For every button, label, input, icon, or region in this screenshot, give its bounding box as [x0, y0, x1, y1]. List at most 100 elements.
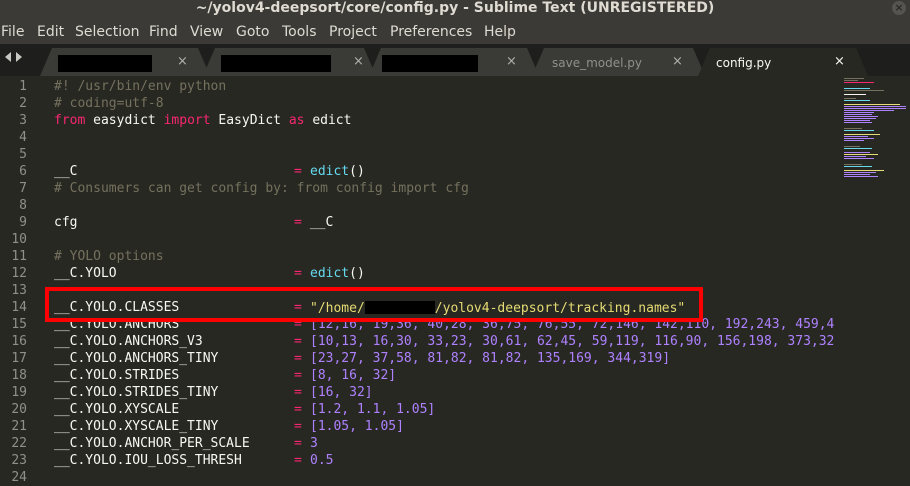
menu-selection[interactable]: Selection	[74, 23, 141, 41]
code-line-19: __C.YOLO.STRIDES_TINY = [16, 32]	[54, 384, 373, 401]
minimap-line	[844, 118, 876, 119]
tab-1[interactable]: ×	[40, 48, 210, 76]
tab-config[interactable]: config.py ×	[698, 48, 868, 76]
var-name: __C.YOLO.ANCHORS_V3	[54, 334, 203, 349]
menu-project[interactable]: Project	[328, 23, 378, 41]
minimap-line	[844, 112, 874, 113]
call-parens: ()	[349, 164, 365, 179]
tab-3[interactable]: ×	[369, 48, 539, 76]
code-line-2: # coding=utf-8	[54, 96, 164, 111]
line-number-gutter: 1 2 3 4 5 6 7 8 9 10 11 12 13 14 15 16 1…	[0, 76, 40, 485]
tab-2[interactable]: ×	[203, 48, 376, 76]
minimap[interactable]	[840, 76, 910, 483]
assign-op: =	[294, 215, 302, 230]
class-name: EasyDict	[210, 113, 289, 128]
line-number: 12	[11, 266, 27, 281]
minimap-line	[844, 166, 872, 167]
minimap-line	[844, 104, 900, 105]
minimap-line	[844, 78, 864, 79]
assign-op: =	[294, 351, 302, 366]
code-line-1: #! /usr/bin/env python	[54, 79, 227, 94]
minimap-line	[844, 110, 894, 111]
assign-op: =	[294, 266, 302, 281]
menu-bar: File Edit Selection Find View Goto Tools…	[0, 19, 910, 44]
minimap-line	[844, 170, 884, 171]
minimap-line	[844, 134, 880, 135]
var-name: __C.YOLO.ANCHORS_TINY	[54, 351, 219, 366]
value: [10,13, 16,30, 33,23, 30,61, 62,45, 59,1…	[310, 334, 835, 349]
function-call: edict	[310, 266, 350, 281]
code-line-17: __C.YOLO.ANCHORS_TINY = [23,27, 37,58, 81,…	[54, 350, 670, 367]
assign-op: =	[294, 385, 302, 400]
redacted-tab-label	[58, 55, 152, 72]
tab-nav-left-icon[interactable]	[5, 52, 11, 62]
line-number: 6	[19, 164, 27, 179]
minimap-line	[844, 108, 906, 109]
value: 3	[310, 436, 318, 451]
var-name: cfg	[54, 215, 78, 230]
call-parens: ()	[349, 266, 365, 281]
minimap-line	[844, 106, 906, 107]
menu-tools[interactable]: Tools	[281, 23, 318, 41]
tab-close-icon[interactable]: ×	[353, 54, 364, 69]
minimap-line	[844, 172, 876, 173]
code-line-21: __C.YOLO.XYSCALE_TINY = [1.05, 1.05]	[54, 418, 404, 435]
line-number: 7	[19, 181, 27, 196]
minimap-line	[844, 128, 862, 129]
menu-file[interactable]: File	[0, 23, 25, 41]
line-number: 4	[19, 130, 27, 145]
tab-nav-right-icon[interactable]	[16, 52, 22, 62]
value: [23,27, 37,58, 81,82, 81,82, 135,169, 34…	[310, 351, 671, 366]
minimap-line	[844, 114, 872, 115]
code-editor[interactable]: #! /usr/bin/env python # coding=utf-8 fr…	[54, 76, 840, 483]
code-line-12: __C.YOLO = edict()	[54, 265, 365, 282]
menu-view[interactable]: View	[189, 23, 224, 41]
value: [8, 16, 32]	[310, 368, 397, 383]
var-name: __C.YOLO.STRIDES_TINY	[54, 385, 219, 400]
redacted-tab-label	[221, 55, 331, 72]
minimap-line	[844, 176, 878, 177]
assign-op: =	[294, 402, 302, 417]
minimap-line	[844, 116, 878, 117]
minimap-line	[844, 130, 874, 131]
redacted-tab-label	[382, 55, 478, 72]
tab-label: save_model.py	[552, 56, 642, 70]
window-close-icon[interactable]: ×	[892, 1, 906, 15]
tab-close-icon[interactable]: ×	[672, 54, 683, 69]
code-line-18: __C.YOLO.STRIDES = [8, 16, 32]	[54, 367, 396, 384]
line-number: 5	[19, 147, 27, 162]
menu-help[interactable]: Help	[483, 23, 517, 41]
minimap-line	[844, 98, 856, 99]
tab-close-icon[interactable]: ×	[177, 54, 188, 69]
tab-close-icon[interactable]: ×	[834, 54, 845, 69]
line-number: 1	[19, 79, 27, 94]
menu-preferences[interactable]: Preferences	[389, 23, 473, 41]
line-number: 22	[11, 436, 27, 451]
module-name: easydict	[85, 113, 164, 128]
keyword: from	[54, 113, 86, 128]
window-titlebar: ~/yolov4-deepsort/core/config.py - Subli…	[0, 0, 910, 19]
minimap-line	[844, 94, 866, 95]
code-line-23: __C.YOLO.IOU_LOSS_THRESH = 0.5	[54, 452, 333, 469]
tab-close-icon[interactable]: ×	[506, 54, 517, 69]
menu-edit[interactable]: Edit	[36, 23, 65, 41]
line-number: 9	[19, 215, 27, 230]
minimap-line	[844, 90, 884, 91]
tab-bar: × × × save_model.py × config.py ×	[0, 44, 910, 76]
menu-find[interactable]: Find	[148, 23, 179, 41]
line-number: 23	[11, 453, 27, 468]
minimap-line	[844, 164, 862, 165]
minimap-line	[844, 140, 864, 141]
var-name: __C.YOLO	[54, 266, 117, 281]
line-number: 15	[11, 317, 27, 332]
value: __C	[302, 215, 334, 230]
code-line-6: __C = edict()	[54, 163, 365, 180]
value: [16, 32]	[310, 385, 373, 400]
tab-save-model[interactable]: save_model.py ×	[532, 48, 705, 76]
line-number: 24	[11, 470, 27, 485]
line-number: 19	[11, 385, 27, 400]
minimap-line	[844, 120, 870, 121]
var-name: __C.YOLO.STRIDES	[54, 368, 180, 383]
menu-goto[interactable]: Goto	[235, 23, 270, 41]
var-name: __C.YOLO.XYSCALE_TINY	[54, 419, 219, 434]
